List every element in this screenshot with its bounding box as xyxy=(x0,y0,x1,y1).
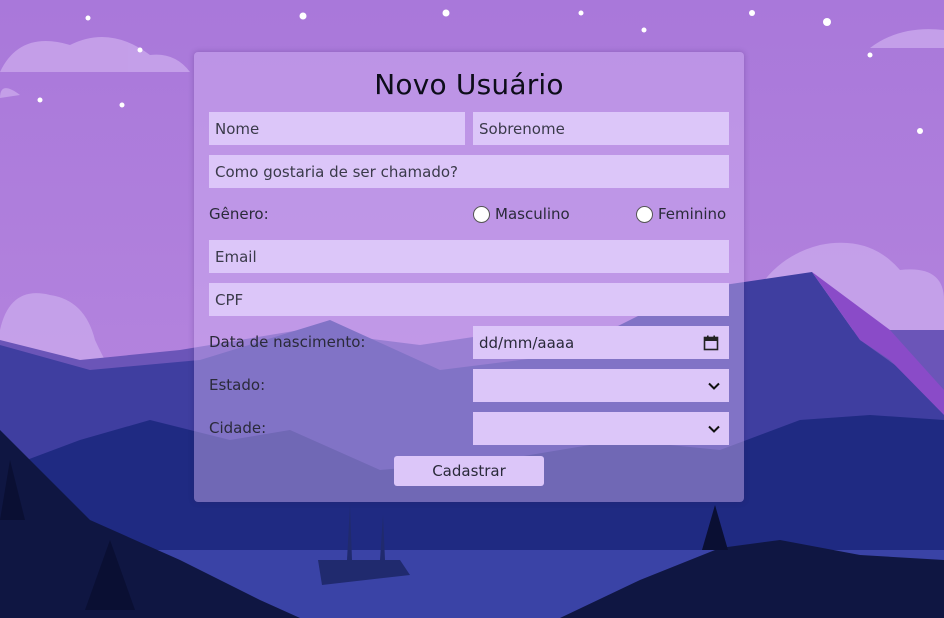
nome-input[interactable] xyxy=(209,112,465,145)
radio-masculino-label: Masculino xyxy=(495,205,570,223)
cpf-input[interactable] xyxy=(209,283,729,316)
nascimento-date-input[interactable]: dd/mm/aaaa xyxy=(473,326,729,359)
radio-feminino[interactable]: Feminino xyxy=(636,204,726,224)
sobrenome-input[interactable] xyxy=(473,112,729,145)
form-title: Novo Usuário xyxy=(374,68,564,101)
date-placeholder: dd/mm/aaaa xyxy=(479,333,575,352)
chevron-down-icon xyxy=(708,382,720,390)
email-input[interactable] xyxy=(209,240,729,273)
apelido-input[interactable] xyxy=(209,155,729,188)
genero-label: Gênero: xyxy=(209,205,269,223)
estado-select[interactable] xyxy=(473,369,729,402)
radio-feminino-label: Feminino xyxy=(658,205,727,223)
calendar-icon[interactable] xyxy=(703,335,719,351)
cidade-label: Cidade: xyxy=(209,419,267,437)
nascimento-label: Data de nascimento: xyxy=(209,333,366,351)
estado-label: Estado: xyxy=(209,376,266,394)
radio-circle[interactable] xyxy=(636,205,653,223)
cadastrar-button[interactable]: Cadastrar xyxy=(394,456,544,486)
registration-form-card: Novo Usuário Gênero: Masculino Feminino … xyxy=(194,52,744,502)
radio-masculino[interactable]: Masculino xyxy=(473,204,570,224)
radio-circle[interactable] xyxy=(473,205,490,223)
cidade-select[interactable] xyxy=(473,412,729,445)
chevron-down-icon xyxy=(708,425,720,433)
